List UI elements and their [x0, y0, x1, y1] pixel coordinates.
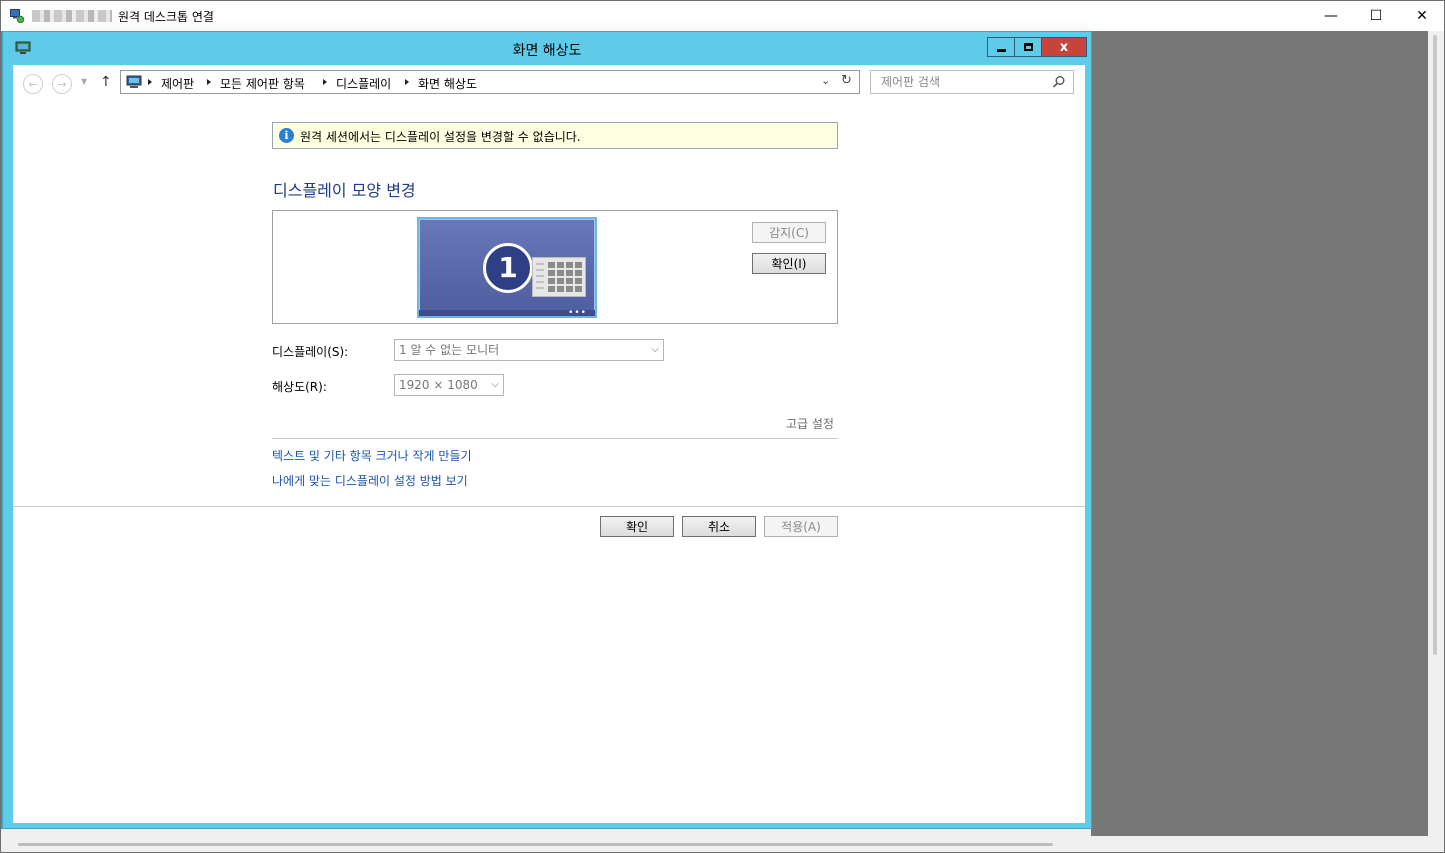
breadcrumb-control-panel[interactable]: 제어판 [161, 75, 194, 92]
info-bar: i 원격 세션에서는 디스플레이 설정을 변경할 수 없습니다. [272, 122, 838, 149]
close-button[interactable]: ✕ [1399, 1, 1445, 31]
resolution-select[interactable]: 1920 × 1080 ⌵ [394, 374, 504, 396]
monitor-1-tile[interactable]: 1 ••• [417, 217, 597, 318]
back-button[interactable]: ← [23, 74, 43, 94]
breadcrumb-screen-resolution[interactable]: 화면 해상도 [418, 75, 477, 92]
cancel-button[interactable]: 취소 [682, 516, 756, 537]
control-panel-icon [126, 75, 142, 89]
vertical-scrollbar[interactable] [1428, 31, 1444, 836]
up-arrow-icon[interactable]: ↑ [100, 74, 112, 90]
scroll-thumb[interactable] [1433, 35, 1437, 655]
scroll-thumb[interactable] [18, 843, 1053, 846]
breadcrumb-separator-icon[interactable] [148, 79, 152, 85]
advanced-settings-link[interactable]: 고급 설정 [786, 415, 834, 432]
minimize-icon [996, 48, 1006, 52]
screen-resolution-window: 화면 해상도 x ← → ▼ ↑ 제어판 모든 제어판 항목 디스플레이 화면 … [2, 31, 1092, 829]
info-icon: i [279, 128, 294, 143]
breadcrumb-display[interactable]: 디스플레이 [336, 75, 391, 92]
window-title: 원격 데스크톱 연결 [118, 10, 214, 24]
address-bar[interactable]: 제어판 모든 제어판 항목 디스플레이 화면 해상도 ⌄ ↻ [120, 70, 860, 94]
identify-button[interactable]: 확인(I) [752, 253, 826, 274]
chevron-down-icon: ⌵ [651, 344, 659, 355]
breadcrumb-separator-icon[interactable] [405, 79, 409, 85]
display-preview-panel: 1 ••• 감지(C) 확인(I) [272, 210, 838, 324]
footer-divider [13, 506, 1085, 507]
monitor-dots: ••• [568, 308, 587, 318]
minimize-button[interactable]: — [1308, 1, 1354, 31]
breadcrumb-separator-icon[interactable] [207, 79, 211, 85]
search-input[interactable] [871, 71, 1049, 93]
maximize-button[interactable]: ☐ [1353, 1, 1399, 31]
dialog-close-button[interactable]: x [1041, 37, 1087, 57]
rdp-titlebar: 원격 데스크톱 연결 — ☐ ✕ [1, 1, 1444, 31]
dialog-maximize-button[interactable] [1014, 37, 1042, 57]
search-icon[interactable] [1052, 75, 1066, 89]
ok-button[interactable]: 확인 [600, 516, 674, 537]
resolution-select-value: 1920 × 1080 [399, 378, 478, 392]
resolution-label: 해상도(R): [272, 380, 327, 394]
recent-locations-chevron-icon[interactable]: ▼ [81, 77, 87, 86]
monitor-number: 1 [483, 243, 533, 293]
chevron-down-icon: ⌵ [491, 379, 499, 390]
page-heading: 디스플레이 모양 변경 [273, 181, 416, 200]
dialog-client-area: ← → ▼ ↑ 제어판 모든 제어판 항목 디스플레이 화면 해상도 ⌄ ↻ 제… [13, 65, 1085, 823]
remote-desktop-window: 원격 데스크톱 연결 — ☐ ✕ 화면 해상도 x ← → ▼ ↑ 제어판 모든… [0, 0, 1445, 853]
info-message: 원격 세션에서는 디스플레이 설정을 변경할 수 없습니다. [300, 130, 581, 144]
display-select[interactable]: 1 알 수 없는 모니터 ⌵ [394, 339, 664, 361]
display-select-value: 1 알 수 없는 모니터 [399, 343, 500, 357]
display-help-link[interactable]: 나에게 맞는 디스플레이 설정 방법 보기 [272, 472, 468, 489]
detect-button[interactable]: 감지(C) [752, 222, 826, 243]
breadcrumb-all-items[interactable]: 모든 제어판 항목 [220, 75, 305, 92]
horizontal-scrollbar[interactable] [1, 836, 1444, 852]
refresh-icon[interactable]: ↻ [841, 73, 852, 88]
redacted-host-name [32, 10, 112, 22]
display-label: 디스플레이(S): [272, 345, 349, 359]
search-box[interactable] [870, 70, 1074, 94]
breadcrumb-separator-icon[interactable] [323, 79, 327, 85]
dialog-minimize-button[interactable] [987, 37, 1015, 57]
maximize-icon [1023, 43, 1033, 51]
section-divider [272, 438, 838, 439]
monitor-thumbnail-icon [532, 257, 586, 297]
dialog-title: 화면 해상도 [512, 43, 582, 59]
address-dropdown-icon[interactable]: ⌄ [821, 74, 830, 87]
remote-desktop-background [1092, 31, 1428, 836]
remote-desktop-icon [10, 9, 24, 23]
forward-button[interactable]: → [52, 74, 72, 94]
text-size-link[interactable]: 텍스트 및 기타 항목 크거나 작게 만들기 [272, 447, 472, 464]
apply-button[interactable]: 적용(A) [764, 516, 838, 537]
